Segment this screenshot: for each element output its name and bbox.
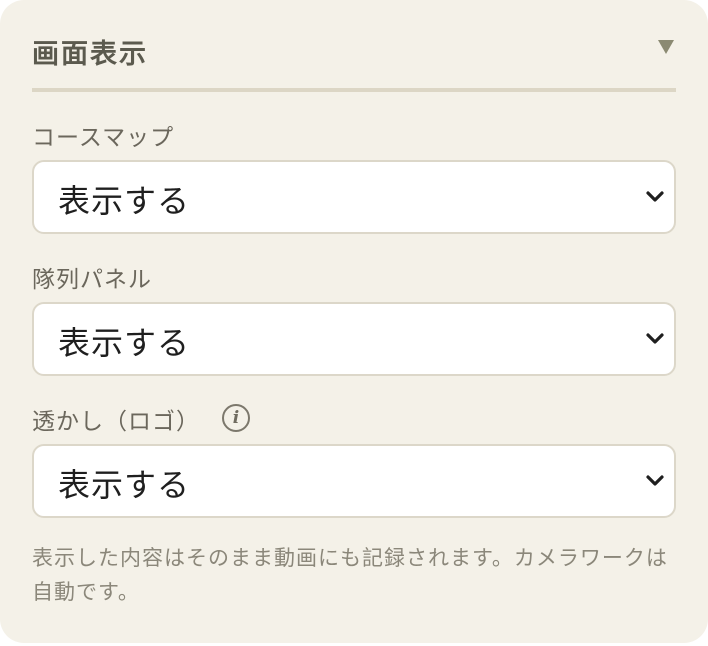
watermark-select-value: 表示する <box>58 466 191 504</box>
panel-title: 画面表示 <box>32 39 148 70</box>
collapse-triangle-icon[interactable] <box>658 40 674 54</box>
watermark-select[interactable]: 表示する <box>32 444 676 518</box>
display-settings-panel: 画面表示 コースマップ 表示する 隊列パネル 表示する 透かし（ロゴ） i 表示… <box>0 0 708 643</box>
course-map-select[interactable]: 表示する <box>32 160 676 234</box>
course-map-label: コースマップ <box>32 125 175 151</box>
recording-note: 表示した内容はそのまま動画にも記録されます。カメラワークは自動です。 <box>32 546 668 604</box>
info-icon[interactable]: i <box>222 404 250 432</box>
chevron-down-icon <box>646 475 664 486</box>
course-map-select-value: 表示する <box>58 182 191 220</box>
formation-panel-select-value: 表示する <box>58 324 191 362</box>
chevron-down-icon <box>646 191 664 202</box>
panel-header[interactable]: 画面表示 <box>32 28 676 92</box>
formation-panel-select[interactable]: 表示する <box>32 302 676 376</box>
chevron-down-icon <box>646 333 664 344</box>
watermark-label: 透かし（ロゴ） <box>32 409 200 435</box>
formation-panel-label: 隊列パネル <box>32 267 152 293</box>
